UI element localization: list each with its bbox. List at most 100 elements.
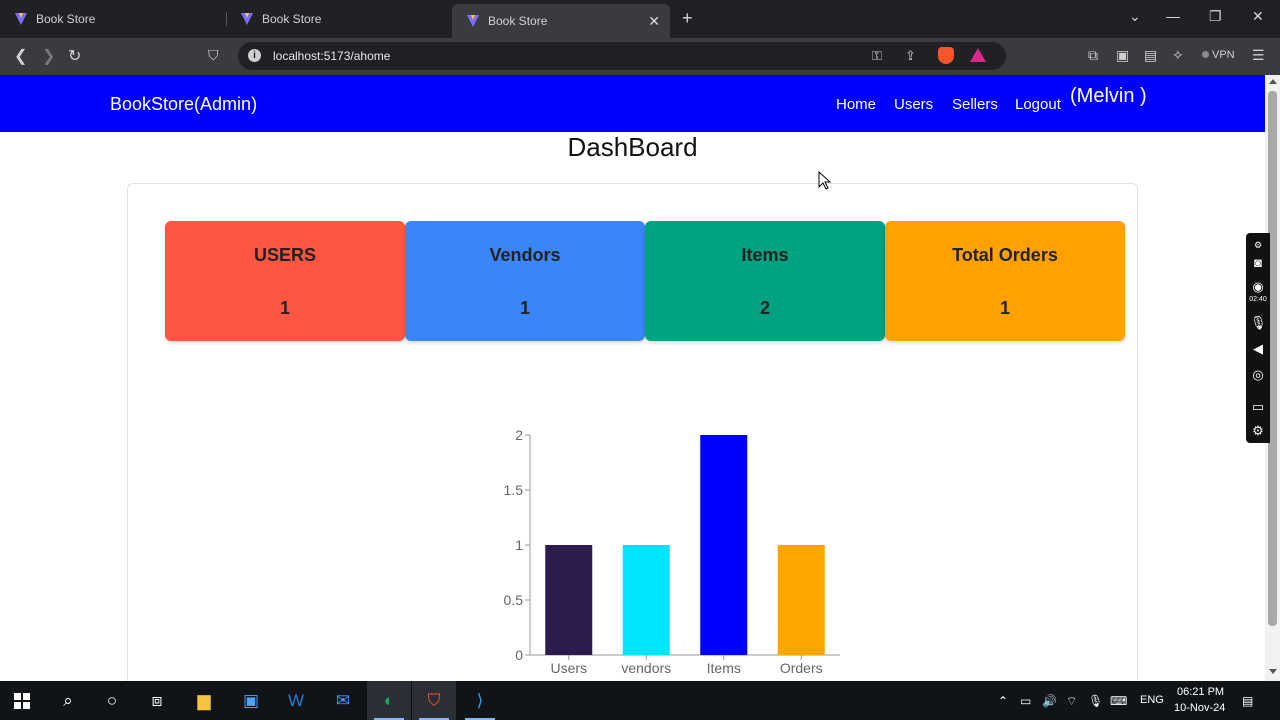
forward-icon[interactable]: ❯ [42, 46, 55, 66]
page-viewport: BookStore(Admin) Home Users Sellers Logo… [0, 75, 1265, 681]
y-tick-label: 1.5 [504, 482, 524, 498]
microphone-icon[interactable]: 🎙 [1250, 315, 1267, 331]
browser-tab-3[interactable]: Book Store ✕ [452, 4, 670, 38]
stat-value: 1 [999, 298, 1010, 318]
y-tick-label: 0.5 [504, 592, 524, 608]
bookmark-icon[interactable]: ⛉ [208, 47, 219, 64]
scroll-up-icon[interactable] [1269, 79, 1277, 84]
stat-card-items: Items 2 [645, 221, 885, 341]
stat-label: Total Orders [952, 245, 1058, 265]
brave-shields-icon[interactable] [938, 47, 954, 64]
site-info-icon[interactable]: i [248, 49, 261, 62]
notifications-icon[interactable]: ▤ [1242, 694, 1253, 708]
mongodb-compass-icon[interactable]: ◐ [378, 690, 400, 712]
battery-icon[interactable]: ▭ [1020, 694, 1031, 708]
keyboard-icon[interactable]: ⌨ [1110, 694, 1127, 708]
browser-tab-bar: Book Store Book Store Book Store ✕ + ⌄ —… [0, 0, 1280, 38]
screen-recorder-toolbar: ⚙ ◙ ◉ 02:40 🎙 ◀ ◎ ▭ ⚙ [1246, 233, 1270, 443]
chart-bar [777, 545, 825, 655]
browser-tab-title: Book Store [36, 12, 96, 26]
speaker-icon[interactable]: ◀ [1250, 341, 1266, 357]
vpn-label: VPN [1212, 49, 1235, 61]
nav-link-sellers[interactable]: Sellers [952, 96, 998, 113]
input-language[interactable]: ENG [1140, 694, 1164, 706]
chart-bar [545, 545, 593, 655]
vscode-icon[interactable]: ⟩ [469, 690, 491, 712]
clock-date[interactable]: 10-Nov-24 [1174, 702, 1225, 714]
reload-icon[interactable]: ↻ [68, 46, 81, 66]
vpn-button[interactable]: VPN [1202, 49, 1235, 61]
stat-card-total-orders: Total Orders 1 [885, 221, 1125, 341]
webcam-icon[interactable]: ◎ [1250, 367, 1266, 383]
browser-toolbar: ❮ ❯ ↻ ⛉ i localhost:5173/ahome ⚿ ⇪ ⧉ ▣ ▤… [0, 38, 1280, 75]
vite-icon [241, 13, 253, 25]
stat-label: USERS [253, 245, 316, 265]
record-icon[interactable]: ◉ [1250, 279, 1266, 295]
x-tick-label: Users [550, 660, 587, 676]
site-brand[interactable]: BookStore(Admin) [110, 94, 257, 115]
stat-value: 1 [279, 298, 290, 318]
stat-value: 2 [759, 298, 770, 318]
y-tick-label: 1 [515, 537, 523, 553]
store-icon[interactable]: ▣ [240, 690, 262, 712]
cortana-icon[interactable]: ○ [101, 690, 123, 712]
close-tab-icon[interactable]: ✕ [648, 13, 660, 30]
wifi-icon[interactable]: ⌔ [1066, 694, 1077, 709]
browser-tab-title: Book Store [488, 14, 548, 28]
restore-icon[interactable]: ❐ [1209, 8, 1222, 25]
chart-bar [700, 435, 748, 655]
bar-chart: 0 0.5 1 1.5 2 Users vendors Items Orders [504, 427, 840, 676]
page-title: DashBoard [567, 132, 698, 162]
nav-link-users[interactable]: Users [894, 96, 933, 113]
scroll-down-icon[interactable] [1269, 669, 1277, 674]
mail-icon[interactable]: ✉ [332, 690, 354, 712]
stat-label: Vendors [489, 245, 561, 265]
x-tick-label: Orders [780, 660, 823, 676]
vpn-status-icon [1202, 51, 1209, 58]
vite-icon [467, 15, 479, 27]
logged-in-user: (Melvin ) [1070, 85, 1147, 107]
stat-card-users: USERS 1 [165, 221, 405, 341]
brave-rewards-icon[interactable] [970, 48, 986, 62]
site-navbar: BookStore(Admin) Home Users Sellers Logo… [0, 75, 1265, 132]
windows-taskbar: ⌕ ○ ⧈ ▆ ▣ W ✉ ◐ ⛉ ⟩ ⌃ ▭ 🔊 ⌔ 🎙 ⌨ ENG 06:2… [0, 681, 1280, 720]
window-icon[interactable]: ▭ [1250, 399, 1266, 415]
menu-icon[interactable]: ☰ [1252, 47, 1265, 64]
key-icon[interactable]: ⚿ [872, 48, 882, 64]
file-explorer-icon[interactable]: ▆ [193, 690, 215, 712]
mouse-cursor-icon [818, 171, 832, 190]
browser-tab-title: Book Store [262, 12, 322, 26]
minimize-icon[interactable]: — [1166, 8, 1180, 24]
camera-icon[interactable]: ◙ [1250, 255, 1266, 271]
stat-value: 1 [519, 298, 530, 318]
clock-time[interactable]: 06:21 PM [1177, 686, 1224, 698]
tab-search-icon[interactable]: ⌄ [1129, 8, 1141, 25]
sidebar-icon[interactable]: ▣ [1116, 47, 1129, 64]
url-text[interactable]: localhost:5173/ahome [273, 49, 390, 63]
settings-icon[interactable]: ⚙ [1250, 423, 1266, 439]
browser-tab-2[interactable]: Book Store [226, 0, 452, 38]
nav-link-logout[interactable]: Logout [1015, 96, 1061, 113]
volume-icon[interactable]: 🔊 [1042, 694, 1057, 708]
task-view-icon[interactable]: ⧈ [146, 690, 168, 712]
nav-link-home[interactable]: Home [836, 96, 876, 113]
show-hidden-icons[interactable]: ⌃ [998, 694, 1008, 708]
browser-tab-1[interactable]: Book Store [0, 0, 226, 38]
extensions-icon[interactable]: ⧉ [1088, 47, 1098, 64]
back-icon[interactable]: ❮ [14, 46, 27, 66]
recorder-menu-icon[interactable]: ⚙ [1250, 237, 1266, 253]
leo-ai-icon[interactable]: ✧ [1172, 47, 1184, 64]
recording-time: 02:40 [1249, 296, 1267, 303]
word-icon[interactable]: W [285, 690, 307, 712]
close-window-icon[interactable]: ✕ [1252, 8, 1264, 25]
search-icon[interactable]: ⌕ [57, 690, 79, 712]
address-bar[interactable]: i localhost:5173/ahome ⚿ ⇪ [238, 42, 1006, 70]
microphone-tray-icon[interactable]: 🎙 [1088, 694, 1103, 708]
windows-start-icon[interactable] [14, 693, 30, 709]
wallet-icon[interactable]: ▤ [1144, 47, 1157, 64]
new-tab-icon[interactable]: + [682, 8, 693, 29]
vite-icon [15, 13, 27, 25]
share-icon[interactable]: ⇪ [905, 48, 916, 64]
y-tick-label: 2 [515, 427, 523, 443]
brave-icon[interactable]: ⛉ [423, 690, 445, 712]
